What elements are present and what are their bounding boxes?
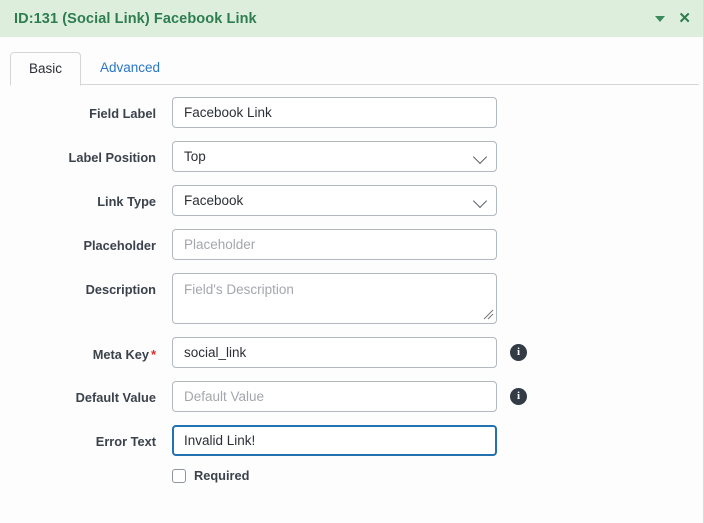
placeholder-input[interactable] — [172, 229, 497, 260]
tab-advanced[interactable]: Advanced — [81, 51, 179, 86]
field-settings-panel: ID:131 (Social Link) Facebook Link ✕ Bas… — [0, 0, 704, 523]
panel-title: ID:131 (Social Link) Facebook Link — [14, 10, 257, 27]
tab-bar: Basic Advanced — [0, 46, 703, 86]
field-wrap-link-type: Facebook — [172, 185, 497, 216]
meta-key-input[interactable] — [172, 337, 497, 368]
label-error-text: Error Text — [95, 434, 156, 449]
label-description: Description — [85, 282, 156, 297]
tab-basic[interactable]: Basic — [10, 51, 82, 86]
row-meta-key: Meta Key* i — [0, 337, 703, 368]
label-link-type: Link Type — [97, 194, 156, 209]
label-placeholder: Placeholder — [83, 238, 156, 253]
row-label-position: Label Position Top — [0, 141, 703, 172]
label-position-value: Top — [184, 149, 206, 164]
row-description: Description — [0, 273, 703, 324]
field-wrap-placeholder — [172, 229, 497, 260]
required-asterisk: * — [150, 347, 156, 362]
row-link-type: Link Type Facebook — [0, 185, 703, 216]
settings-form: Field Label Label Position Top Link Type… — [0, 85, 703, 483]
link-type-value: Facebook — [184, 193, 244, 208]
info-icon[interactable]: i — [510, 344, 527, 361]
field-wrap-field-label — [172, 97, 497, 128]
label-label-position: Label Position — [68, 150, 156, 165]
label-position-select[interactable]: Top — [172, 141, 497, 172]
required-checkbox[interactable] — [172, 469, 186, 483]
header-actions: ✕ — [655, 11, 691, 26]
error-text-input[interactable] — [172, 425, 497, 456]
field-label-input[interactable] — [172, 97, 497, 128]
row-default-value: Default Value i — [0, 381, 703, 412]
label-field-label: Field Label — [89, 106, 156, 121]
info-icon[interactable]: i — [510, 388, 527, 405]
row-placeholder: Placeholder — [0, 229, 703, 260]
field-wrap-error-text — [172, 425, 497, 456]
chevron-down-icon[interactable] — [655, 15, 666, 22]
field-wrap-default-value: i — [172, 381, 527, 412]
field-wrap-label-position: Top — [172, 141, 497, 172]
row-error-text: Error Text — [0, 425, 703, 456]
link-type-select[interactable]: Facebook — [172, 185, 497, 216]
label-meta-key: Meta Key * — [0, 337, 172, 362]
field-wrap-meta-key: i — [172, 337, 527, 368]
label-default-value: Default Value — [75, 390, 156, 405]
panel-header: ID:131 (Social Link) Facebook Link ✕ — [0, 0, 703, 37]
row-required: Required — [172, 469, 703, 483]
description-textarea[interactable] — [172, 273, 497, 324]
required-checkbox-label: Required — [194, 467, 250, 483]
close-icon[interactable]: ✕ — [678, 11, 691, 26]
default-value-input[interactable] — [172, 381, 497, 412]
field-wrap-description — [172, 273, 497, 324]
row-field-label: Field Label — [0, 97, 703, 128]
meta-key-label-text: Meta Key — [92, 347, 149, 362]
